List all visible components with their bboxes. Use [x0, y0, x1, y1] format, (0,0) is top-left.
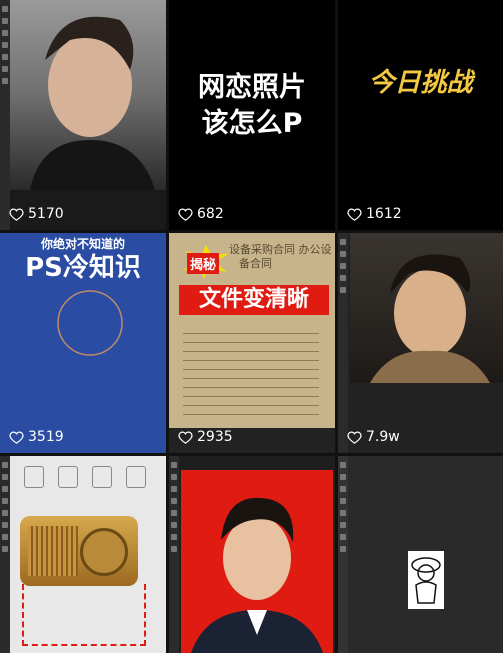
video-tile[interactable]: 7.9w — [338, 233, 503, 453]
radio-dial — [80, 528, 128, 576]
video-tile[interactable]: 你绝对不知道的 PS冷知识 3519 — [0, 233, 166, 453]
circle-graphic — [57, 290, 123, 356]
ps-toolbar — [338, 456, 348, 653]
ps-toolbar — [0, 456, 10, 653]
selection-outline — [22, 584, 146, 646]
radio-grille — [28, 526, 78, 576]
like-count: 7.9w — [347, 429, 400, 445]
like-count: 1612 — [347, 206, 402, 222]
heart-icon — [9, 431, 24, 444]
thumbnail-title: 今日挑战 — [368, 68, 473, 98]
video-tile[interactable] — [0, 456, 166, 653]
bluetooth-icon — [24, 466, 44, 488]
like-count: 682 — [178, 206, 224, 222]
video-tile[interactable]: 今日挑战 1612 — [338, 0, 503, 230]
video-tile[interactable] — [169, 456, 335, 653]
thumbnail-document: 设备采购合同 办公设 备合同 文件变清晰 揭秘 — [169, 233, 335, 428]
doc-line: 备合同 — [239, 257, 272, 270]
like-count: 3519 — [9, 429, 64, 445]
heart-icon — [347, 431, 362, 444]
ps-toolbar — [169, 456, 179, 653]
like-count: 2935 — [178, 429, 233, 445]
feature-icons — [24, 466, 146, 488]
speaker-icon — [126, 466, 146, 488]
thumbnail-title: PS冷知识 — [25, 253, 141, 283]
ps-toolbar — [338, 233, 348, 453]
title-line: 网恋照片 — [198, 72, 306, 103]
heart-icon — [347, 208, 362, 221]
video-tile[interactable] — [338, 456, 503, 653]
like-count-text: 1612 — [366, 206, 402, 222]
title-line: 该怎么P — [201, 108, 303, 139]
like-count-text: 5170 — [28, 206, 64, 222]
video-tile[interactable]: 网恋照片 该怎么P 682 — [169, 0, 335, 230]
video-grid: 5170 网恋照片 该怎么P 682 今日挑战 1612 你绝对不知道的 PS冷… — [0, 0, 503, 653]
like-count-text: 7.9w — [366, 429, 400, 445]
radio-product — [20, 516, 138, 586]
mic-icon — [92, 466, 112, 488]
thumbnail-man-portrait — [0, 0, 166, 190]
thumbnail-title: 网恋照片 该怎么P — [169, 70, 335, 142]
heart-icon — [9, 208, 24, 221]
like-count-text: 2935 — [197, 429, 233, 445]
doc-text-lines — [183, 325, 319, 415]
like-count-text: 3519 — [28, 429, 64, 445]
thumbnail-cartoon — [408, 551, 444, 609]
thumbnail-banner: 文件变清晰 — [179, 285, 329, 315]
heart-icon — [178, 208, 193, 221]
like-count-text: 682 — [197, 206, 224, 222]
heart-icon — [178, 431, 193, 444]
video-tile[interactable]: 5170 — [0, 0, 166, 230]
thumbnail-actor — [350, 233, 503, 383]
badge-label: 揭秘 — [187, 253, 220, 274]
video-tile[interactable]: 设备采购合同 办公设 备合同 文件变清晰 揭秘 2935 — [169, 233, 335, 453]
ps-toolbar — [0, 0, 10, 230]
like-count: 5170 — [9, 206, 64, 222]
thumbnail-id-photo — [181, 470, 333, 653]
sync-icon — [58, 466, 78, 488]
